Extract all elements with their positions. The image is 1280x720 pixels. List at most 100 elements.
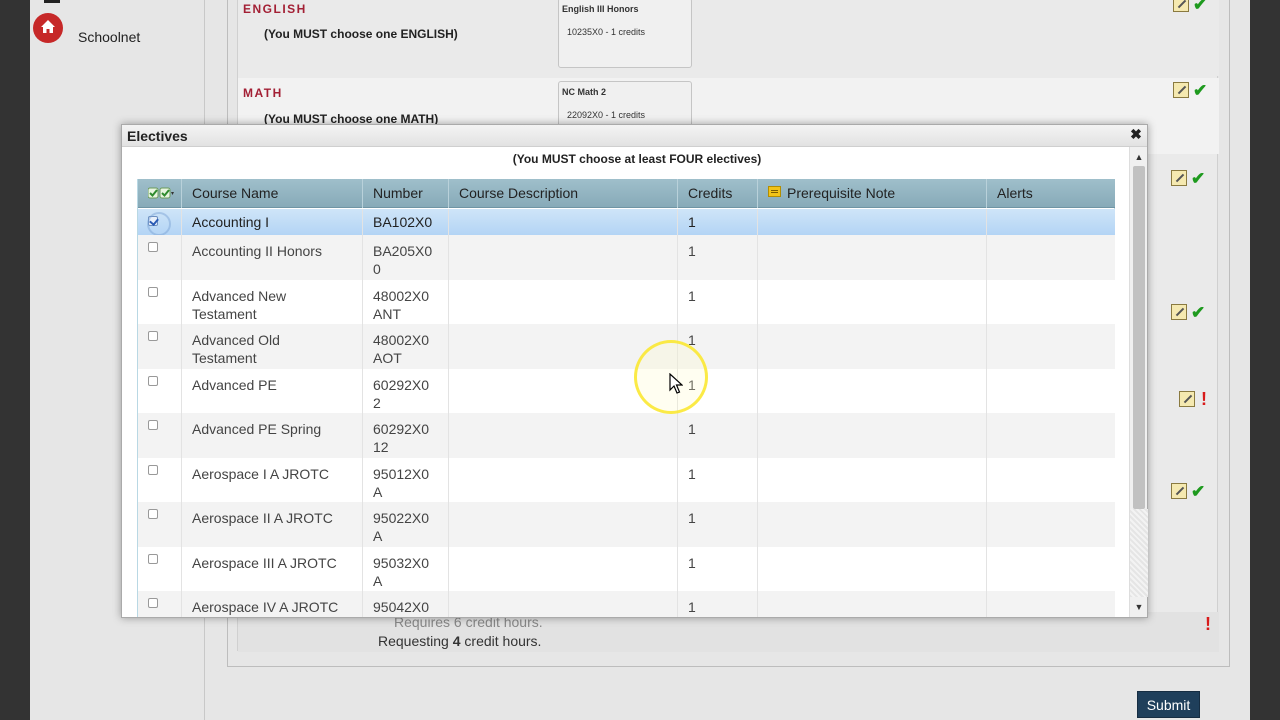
cell-course-name: Accounting I [182,209,363,235]
table-row[interactable]: Accounting II Honors BA205X0 0 1 [138,235,1115,280]
column-course-name[interactable]: Course Name [182,179,363,208]
table-row[interactable]: Advanced New Testament 48002X0 ANT 1 [138,279,1115,324]
cell-credits-text: 1 [688,599,696,615]
cell-course-name-text: Aerospace II A JROTC [192,510,333,526]
select-all-checkbox[interactable] [138,179,182,208]
row-checkbox[interactable] [148,420,158,430]
cell-alerts [987,502,1115,547]
home-icon[interactable] [33,13,63,43]
cell-course-name-text: Accounting I [192,214,270,230]
cell-alerts [987,591,1115,617]
table-row[interactable]: Aerospace I A JROTC 95012X0 A 1 [138,457,1115,502]
column-number[interactable]: Number [363,179,449,208]
selected-course-box[interactable]: English III Honors 10235X0 - 1 credits [558,0,692,68]
edit-icon[interactable] [1171,304,1187,320]
cell-alerts [987,324,1115,369]
edit-icon[interactable] [1171,170,1187,186]
cell-course-description [449,546,678,591]
cell-number: 48002X0 ANT [363,279,449,324]
cell-number-text: 60292X0 2 [373,376,430,411]
table-row[interactable]: Advanced PE Spring 60292X0 12 1 [138,413,1115,458]
table-row[interactable]: Accounting I BA102X0 1 [138,209,1115,236]
course-name: English III Honors [562,4,639,14]
cell-number: 95012X0 A [363,457,449,502]
mouse-cursor-icon [669,373,683,394]
row-checkbox[interactable] [148,286,158,297]
row-checkbox-cell[interactable] [138,502,182,547]
cell-credits-text: 1 [688,243,696,259]
cell-number-text: 48002X0 AOT [373,332,430,366]
dialog-header: Electives ✖ [122,125,1147,147]
cell-prerequisite-note [758,324,987,369]
column-credits[interactable]: Credits [678,179,758,208]
column-prerequisite-note[interactable]: Prerequisite Note [758,179,987,208]
status-icons: ✔ [1173,81,1213,100]
cell-course-name: Aerospace II A JROTC [182,502,363,547]
scroll-thumb[interactable] [1133,166,1145,509]
row-checkbox[interactable] [148,375,158,386]
scroll-down-icon[interactable]: ▼ [1131,599,1147,615]
requesting-prefix: Requesting [378,633,453,649]
cell-alerts [987,369,1115,414]
row-checkbox[interactable] [148,464,158,475]
submit-button[interactable]: Submit [1137,691,1200,718]
cell-course-description [449,209,678,235]
cell-number-text: 95012X0 A [373,465,430,500]
row-checkbox-cell[interactable] [138,546,182,591]
cell-course-description [449,413,678,458]
row-checkbox-cell[interactable] [138,279,182,324]
row-checkbox-cell[interactable] [138,209,182,236]
row-checkbox-cell[interactable] [138,413,182,458]
edit-icon[interactable] [1173,0,1189,12]
requesting-suffix: credit hours. [460,633,542,649]
row-checkbox-cell[interactable] [138,324,182,369]
cell-course-name: Aerospace I A JROTC [182,457,363,502]
cell-credits: 1 [678,546,758,591]
scroll-up-icon[interactable]: ▲ [1131,149,1147,165]
table-row[interactable]: Aerospace II A JROTC 95022X0 A 1 [138,502,1115,547]
cell-course-name: Advanced New Testament [182,279,363,324]
table-row[interactable]: Aerospace III A JROTC 95032X0 A 1 [138,546,1115,591]
edit-icon[interactable] [1179,391,1195,407]
requirement-english: ENGLISH (You MUST choose one ENGLISH) En… [238,0,1219,76]
status-icons: ! [1179,389,1219,409]
column-course-description[interactable]: Course Description [449,179,678,208]
cell-course-name-text: Advanced New Testament [192,287,287,322]
row-checkbox-cell[interactable] [138,591,182,617]
cell-prerequisite-note [758,209,987,235]
table-row[interactable]: Advanced PE 60292X0 21 [138,368,1115,414]
dialog-body: (You MUST choose at least FOUR electives… [122,147,1128,617]
row-checkbox-cell[interactable] [138,235,182,280]
row-checkbox[interactable] [148,242,158,252]
cell-number: 95032X0 A [363,546,449,591]
edit-icon[interactable] [1173,82,1189,98]
table-row[interactable]: Aerospace IV A JROTC 95042X0 A 1 [138,591,1115,617]
cell-credits: 1 [678,279,758,324]
dialog-scrollbar[interactable]: ▲ ▼ [1129,147,1148,617]
grid-header: Course Name Number Course Description Cr… [138,179,1115,208]
scroll-track[interactable] [1130,509,1148,597]
table-row[interactable]: Advanced Old Testament 48002X0 AOT 1 [138,324,1115,369]
row-checkbox-cell[interactable] [138,368,182,413]
cell-credits: 1 [678,591,758,617]
status-icons: ✔ [1171,169,1211,188]
close-icon[interactable]: ✖ [1129,127,1143,141]
cell-number-text: 95042X0 A [373,599,430,615]
row-checkbox[interactable] [148,331,158,341]
cell-number-text: 95022X0 A [373,510,430,544]
note-icon [768,186,781,197]
sidebar-item-schoolnet[interactable]: Schoolnet [78,29,140,45]
row-checkbox[interactable] [148,553,158,564]
row-checkbox[interactable] [148,509,158,519]
edit-icon[interactable] [1171,483,1187,499]
row-checkbox[interactable] [147,212,171,236]
row-checkbox[interactable] [148,598,158,608]
course-code: 22092X0 - 1 credits [567,110,646,120]
column-label: Prerequisite Note [787,185,896,201]
cell-course-description [449,591,678,617]
row-checkbox-cell[interactable] [138,457,182,502]
cell-alerts [987,413,1115,458]
cell-number-text: 60292X0 12 [373,421,430,455]
column-alerts[interactable]: Alerts [987,179,1115,208]
cell-prerequisite-note [758,235,987,280]
